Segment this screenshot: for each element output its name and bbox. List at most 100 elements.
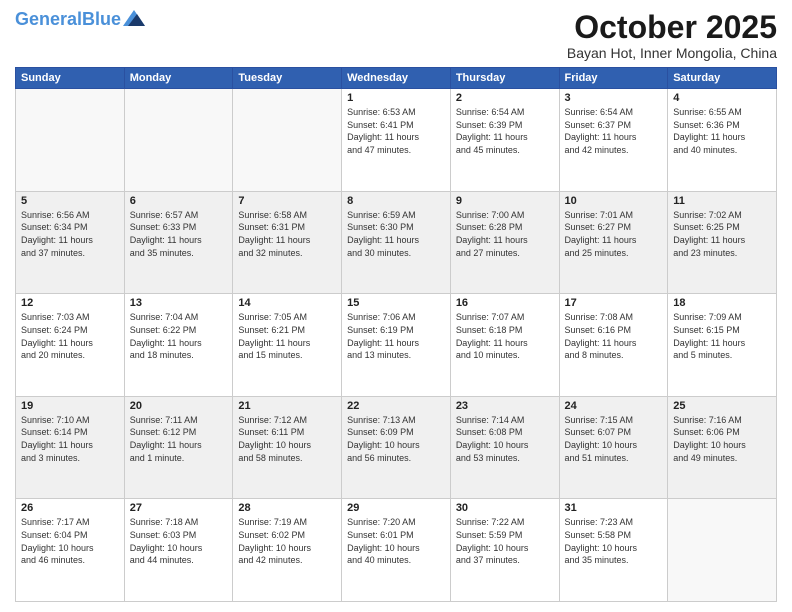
day-number: 18 [673, 297, 771, 309]
calendar-header-thursday: Thursday [450, 68, 559, 89]
calendar-cell: 4 Sunrise: 6:55 AM Sunset: 6:36 PM Daylig… [668, 89, 777, 192]
day-info: Sunrise: 7:16 AM Sunset: 6:06 PM Dayligh… [673, 414, 771, 464]
calendar-cell: 21 Sunrise: 7:12 AM Sunset: 6:11 PM Dayli… [233, 396, 342, 499]
calendar-week-row: 19 Sunrise: 7:10 AM Sunset: 6:14 PM Dayli… [16, 396, 777, 499]
day-info: Sunrise: 6:59 AM Sunset: 6:30 PM Dayligh… [347, 209, 445, 259]
day-info: Sunrise: 7:17 AM Sunset: 6:04 PM Dayligh… [21, 516, 119, 566]
day-info: Sunrise: 6:54 AM Sunset: 6:39 PM Dayligh… [456, 106, 554, 156]
calendar-week-row: 26 Sunrise: 7:17 AM Sunset: 6:04 PM Dayli… [16, 499, 777, 602]
day-number: 8 [347, 195, 445, 207]
day-number: 4 [673, 92, 771, 104]
calendar-cell: 19 Sunrise: 7:10 AM Sunset: 6:14 PM Dayli… [16, 396, 125, 499]
day-info: Sunrise: 6:58 AM Sunset: 6:31 PM Dayligh… [238, 209, 336, 259]
calendar-cell: 6 Sunrise: 6:57 AM Sunset: 6:33 PM Daylig… [124, 191, 233, 294]
calendar-cell: 27Sunrise: 7:18 AM Sunset: 6:03 PM Dayli… [124, 499, 233, 602]
calendar-cell: 31 Sunrise: 7:23 AM Sunset: 5:58 PM Dayli… [559, 499, 668, 602]
day-number: 17 [565, 297, 663, 309]
calendar-cell [233, 89, 342, 192]
calendar-header-sunday: Sunday [16, 68, 125, 89]
calendar-cell [16, 89, 125, 192]
calendar-cell: 8 Sunrise: 6:59 AM Sunset: 6:30 PM Daylig… [342, 191, 451, 294]
calendar-cell: 24 Sunrise: 7:15 AM Sunset: 6:07 PM Dayli… [559, 396, 668, 499]
day-info: Sunrise: 7:10 AM Sunset: 6:14 PM Dayligh… [21, 414, 119, 464]
day-info: Sunrise: 7:15 AM Sunset: 6:07 PM Dayligh… [565, 414, 663, 464]
day-number: 26 [21, 502, 119, 514]
day-number: 24 [565, 400, 663, 412]
day-number: 5 [21, 195, 119, 207]
day-number: 30 [456, 502, 554, 514]
day-info: Sunrise: 7:08 AM Sunset: 6:16 PM Dayligh… [565, 311, 663, 361]
calendar-cell: 29Sunrise: 7:20 AM Sunset: 6:01 PM Dayli… [342, 499, 451, 602]
calendar-cell: 15Sunrise: 7:06 AM Sunset: 6:19 PM Dayli… [342, 294, 451, 397]
day-number: 21 [238, 400, 336, 412]
calendar-cell: 3 Sunrise: 6:54 AM Sunset: 6:37 PM Daylig… [559, 89, 668, 192]
day-number: 12 [21, 297, 119, 309]
day-info: Sunrise: 7:11 AM Sunset: 6:12 PM Dayligh… [130, 414, 228, 464]
day-info: Sunrise: 7:05 AM Sunset: 6:21 PM Dayligh… [238, 311, 336, 361]
calendar-header-friday: Friday [559, 68, 668, 89]
day-number: 31 [565, 502, 663, 514]
calendar-cell [668, 499, 777, 602]
calendar-cell: 14Sunrise: 7:05 AM Sunset: 6:21 PM Dayli… [233, 294, 342, 397]
main-title: October 2025 [567, 10, 777, 45]
day-number: 19 [21, 400, 119, 412]
day-number: 23 [456, 400, 554, 412]
day-number: 2 [456, 92, 554, 104]
page: GeneralBlue October 2025 Bayan Hot, Inne… [0, 0, 792, 612]
day-info: Sunrise: 7:18 AM Sunset: 6:03 PM Dayligh… [130, 516, 228, 566]
day-number: 25 [673, 400, 771, 412]
day-info: Sunrise: 7:12 AM Sunset: 6:11 PM Dayligh… [238, 414, 336, 464]
day-info: Sunrise: 7:23 AM Sunset: 5:58 PM Dayligh… [565, 516, 663, 566]
day-info: Sunrise: 6:56 AM Sunset: 6:34 PM Dayligh… [21, 209, 119, 259]
calendar-cell: 12 Sunrise: 7:03 AM Sunset: 6:24 PM Dayli… [16, 294, 125, 397]
calendar-cell: 2 Sunrise: 6:54 AM Sunset: 6:39 PM Daylig… [450, 89, 559, 192]
logo-icon [123, 10, 145, 26]
calendar-cell [124, 89, 233, 192]
calendar-cell: 17 Sunrise: 7:08 AM Sunset: 6:16 PM Dayli… [559, 294, 668, 397]
calendar-cell: 23 Sunrise: 7:14 AM Sunset: 6:08 PM Dayli… [450, 396, 559, 499]
day-number: 7 [238, 195, 336, 207]
day-number: 28 [238, 502, 336, 514]
calendar-cell: 30 Sunrise: 7:22 AM Sunset: 5:59 PM Dayli… [450, 499, 559, 602]
header: GeneralBlue October 2025 Bayan Hot, Inne… [15, 10, 777, 61]
day-number: 22 [347, 400, 445, 412]
calendar-header-row: SundayMondayTuesdayWednesdayThursdayFrid… [16, 68, 777, 89]
calendar-week-row: 12 Sunrise: 7:03 AM Sunset: 6:24 PM Dayli… [16, 294, 777, 397]
calendar-cell: 11 Sunrise: 7:02 AM Sunset: 6:25 PM Dayli… [668, 191, 777, 294]
day-info: Sunrise: 7:04 AM Sunset: 6:22 PM Dayligh… [130, 311, 228, 361]
day-info: Sunrise: 6:57 AM Sunset: 6:33 PM Dayligh… [130, 209, 228, 259]
day-info: Sunrise: 6:53 AM Sunset: 6:41 PM Dayligh… [347, 106, 445, 156]
calendar-cell: 18 Sunrise: 7:09 AM Sunset: 6:15 PM Dayli… [668, 294, 777, 397]
day-info: Sunrise: 6:54 AM Sunset: 6:37 PM Dayligh… [565, 106, 663, 156]
calendar-header-monday: Monday [124, 68, 233, 89]
day-info: Sunrise: 7:02 AM Sunset: 6:25 PM Dayligh… [673, 209, 771, 259]
day-number: 10 [565, 195, 663, 207]
day-info: Sunrise: 7:22 AM Sunset: 5:59 PM Dayligh… [456, 516, 554, 566]
calendar-week-row: 1 Sunrise: 6:53 AM Sunset: 6:41 PM Daylig… [16, 89, 777, 192]
calendar-cell: 16 Sunrise: 7:07 AM Sunset: 6:18 PM Dayli… [450, 294, 559, 397]
calendar-cell: 7 Sunrise: 6:58 AM Sunset: 6:31 PM Daylig… [233, 191, 342, 294]
day-info: Sunrise: 7:01 AM Sunset: 6:27 PM Dayligh… [565, 209, 663, 259]
subtitle: Bayan Hot, Inner Mongolia, China [567, 45, 777, 61]
calendar-header-tuesday: Tuesday [233, 68, 342, 89]
day-info: Sunrise: 7:09 AM Sunset: 6:15 PM Dayligh… [673, 311, 771, 361]
day-info: Sunrise: 7:14 AM Sunset: 6:08 PM Dayligh… [456, 414, 554, 464]
day-number: 6 [130, 195, 228, 207]
logo: GeneralBlue [15, 10, 145, 28]
day-info: Sunrise: 7:00 AM Sunset: 6:28 PM Dayligh… [456, 209, 554, 259]
calendar-cell: 13Sunrise: 7:04 AM Sunset: 6:22 PM Dayli… [124, 294, 233, 397]
day-info: Sunrise: 7:06 AM Sunset: 6:19 PM Dayligh… [347, 311, 445, 361]
day-number: 29 [347, 502, 445, 514]
day-number: 16 [456, 297, 554, 309]
day-info: Sunrise: 7:03 AM Sunset: 6:24 PM Dayligh… [21, 311, 119, 361]
day-info: Sunrise: 7:13 AM Sunset: 6:09 PM Dayligh… [347, 414, 445, 464]
title-block: October 2025 Bayan Hot, Inner Mongolia, … [567, 10, 777, 61]
day-info: Sunrise: 6:55 AM Sunset: 6:36 PM Dayligh… [673, 106, 771, 156]
calendar-table: SundayMondayTuesdayWednesdayThursdayFrid… [15, 67, 777, 602]
logo-text: GeneralBlue [15, 10, 121, 28]
day-number: 1 [347, 92, 445, 104]
day-info: Sunrise: 7:07 AM Sunset: 6:18 PM Dayligh… [456, 311, 554, 361]
calendar-cell: 26 Sunrise: 7:17 AM Sunset: 6:04 PM Dayli… [16, 499, 125, 602]
day-number: 3 [565, 92, 663, 104]
day-number: 11 [673, 195, 771, 207]
